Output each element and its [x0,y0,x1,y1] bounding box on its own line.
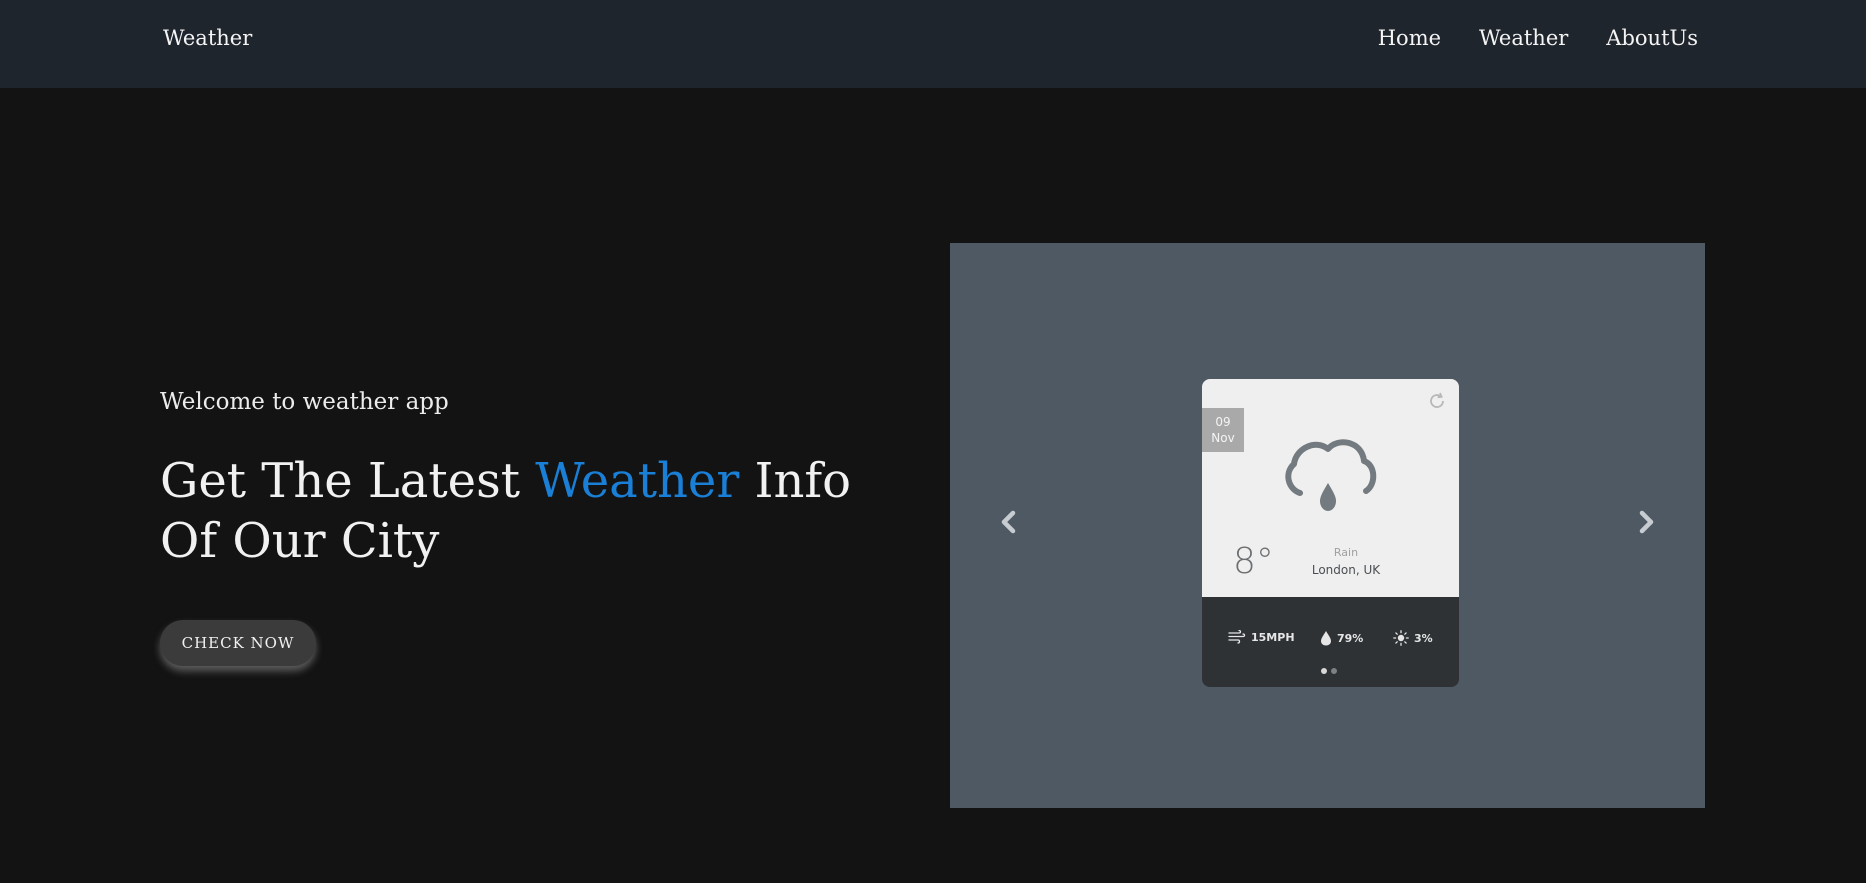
nav-links: Home Weather AboutUs [1378,26,1698,50]
wind-value: 15MPH [1251,630,1295,644]
date-day: 09 [1215,415,1231,429]
condition-text: Rain [1333,546,1359,559]
rain-cloud-icon [1285,439,1377,511]
carousel-indicator-dot[interactable] [1321,668,1327,674]
navbar: Weather Home Weather AboutUs [0,0,1866,88]
headline-start: Get The Latest [160,453,520,509]
date-month: Nov [1211,431,1235,445]
nav-link-aboutus[interactable]: AboutUs [1606,26,1698,50]
hero-headline: Get The Latest Weather Info Of Our City [160,451,900,571]
widget-top-panel: 09 Nov 8° Rain London, UK [1202,379,1459,597]
weather-carousel: 09 Nov 8° Rain London, UK 15MPH 79% 3% [950,243,1705,808]
uv-value: 3% [1414,631,1433,645]
humidity-stat: 79% [1320,630,1363,646]
carousel-indicator-dot[interactable] [1331,668,1337,674]
humidity-value: 79% [1337,631,1364,645]
carousel-indicators [1321,668,1337,674]
chevron-right-icon [1639,510,1654,534]
carousel-next-button[interactable] [1635,505,1659,539]
wind-icon [1228,630,1246,644]
chevron-left-icon [1001,510,1016,534]
sun-icon [1393,630,1409,646]
nav-link-weather[interactable]: Weather [1479,26,1568,50]
droplet-icon [1321,631,1331,646]
headline-accent: Weather [535,453,740,509]
refresh-icon[interactable] [1427,391,1447,411]
weather-widget: 09 Nov 8° Rain London, UK 15MPH 79% 3% [1202,379,1459,687]
nav-link-home[interactable]: Home [1378,26,1441,50]
carousel-prev-button[interactable] [996,505,1020,539]
wind-stat: 15MPH [1228,630,1295,644]
uv-stat: 3% [1393,630,1433,646]
date-badge: 09 Nov [1202,408,1244,452]
check-now-button[interactable]: CHECK NOW [160,620,316,666]
widget-stats-panel: 15MPH 79% 3% [1202,597,1459,687]
brand-link[interactable]: Weather [163,26,252,50]
welcome-text: Welcome to weather app [160,389,449,415]
temperature: 8° [1233,541,1274,582]
location-text: London, UK [1311,563,1381,577]
